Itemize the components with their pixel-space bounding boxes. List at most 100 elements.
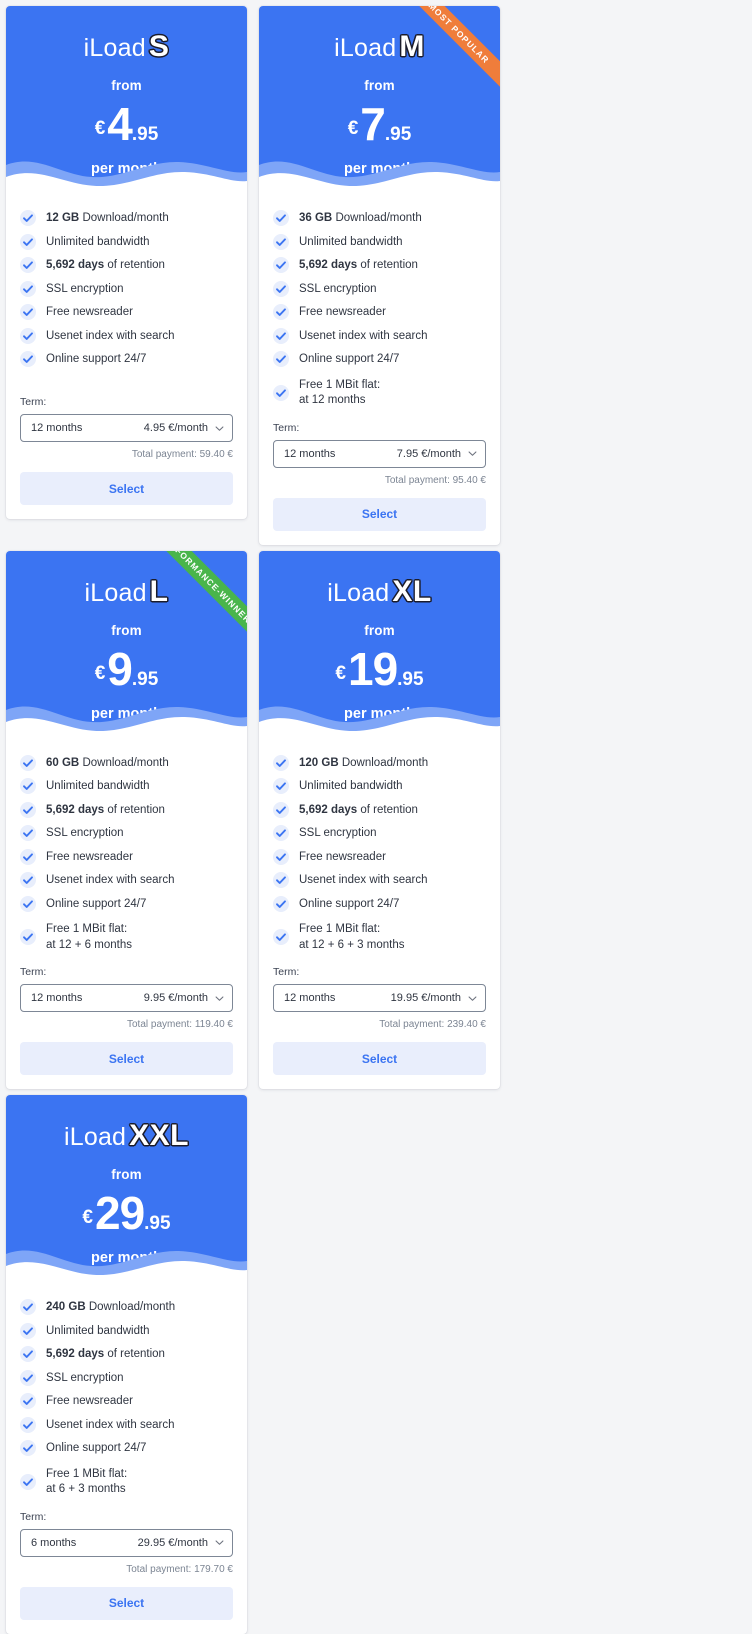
check-icon <box>273 872 289 889</box>
pricing-card-l: PERFORMANCE-WINNER iLoad Lfrom €9.95 per mon… <box>6 550 247 1090</box>
card-footer: Select <box>6 460 247 519</box>
plan-size: XL <box>392 574 432 608</box>
chevron-down-icon[interactable] <box>468 994 477 1003</box>
term-select[interactable]: 12 months 7.95 €/month <box>273 439 486 468</box>
feature-text: Online support 24/7 <box>46 897 147 910</box>
feature-text: Free newsreader <box>299 306 386 319</box>
feature-item: 5,692 days of retention <box>273 257 486 274</box>
feature-item: Usenet index with search <box>20 1416 233 1434</box>
card-body: 60 GB Download/month Unlimited bandwidth 5… <box>6 741 247 1031</box>
check-icon <box>273 895 289 912</box>
feature-text: Online support 24/7 <box>299 353 400 366</box>
empty-cell <box>253 1089 506 1634</box>
feature-text: Online support 24/7 <box>46 1442 147 1455</box>
term-label: Term: <box>20 396 47 408</box>
check-icon <box>273 327 289 344</box>
feature-item: Usenet index with search <box>20 872 233 889</box>
feature-text: Usenet index with search <box>46 329 175 342</box>
check-icon <box>20 1299 36 1316</box>
currency-symbol: € <box>94 118 106 139</box>
feature-text: Online support 24/7 <box>299 897 400 910</box>
price: €7.95 <box>259 101 500 147</box>
feature-item: Unlimited bandwidth <box>20 778 233 795</box>
flat-line-1: Free 1 MBit flat: <box>46 1467 128 1480</box>
feature-text: Free newsreader <box>46 850 133 863</box>
feature-text: Download/month <box>79 756 169 769</box>
feature-text: SSL encryption <box>299 282 377 295</box>
check-icon <box>20 1440 36 1457</box>
select-button[interactable]: Select <box>20 1042 233 1076</box>
feature-list: 60 GB Download/month Unlimited bandwidth 5… <box>20 754 233 961</box>
select-button[interactable]: Select <box>20 1586 233 1620</box>
from-label: from <box>111 622 142 638</box>
term-months-value: 12 months <box>31 992 83 1005</box>
check-icon <box>20 872 36 889</box>
check-icon <box>273 825 289 842</box>
feature-item: 5,692 days of retention <box>20 1346 233 1363</box>
flat-line-2: at 6 + 3 months <box>46 1483 126 1496</box>
wave-divider <box>6 161 247 196</box>
feature-highlight: 12 GB <box>46 212 80 224</box>
check-icon <box>273 257 289 274</box>
feature-highlight: 5,692 days <box>46 803 105 816</box>
feature-item: Usenet index with search <box>273 872 486 889</box>
plan-size: M <box>399 30 425 63</box>
feature-text: Unlimited bandwidth <box>299 235 403 248</box>
total-payment: Total payment: 119.40 € <box>127 1019 233 1031</box>
check-icon <box>273 801 289 818</box>
chevron-down-icon[interactable] <box>215 424 224 433</box>
select-button[interactable]: Select <box>273 497 486 531</box>
feature-text: of retention <box>104 259 165 272</box>
feature-text: Unlimited bandwidth <box>46 780 150 793</box>
term-months-value: 12 months <box>284 447 336 460</box>
select-button[interactable]: Select <box>273 1042 486 1076</box>
chevron-down-icon[interactable] <box>215 994 224 1003</box>
feature-item: 60 GB Download/month <box>20 754 233 772</box>
feature-item: Free newsreader <box>20 304 233 321</box>
feature-text: Online support 24/7 <box>46 353 147 366</box>
price-decimal: .95 <box>397 668 424 690</box>
feature-item: Online support 24/7 <box>273 895 486 913</box>
term-rate-value: 29.95 €/month <box>137 1536 208 1549</box>
pricing-grid: iLoad Sfrom €4.95 per month 12 GB Download/m… <box>0 0 752 1634</box>
term-select[interactable]: 12 months 4.95 €/month <box>20 414 233 442</box>
term-select[interactable]: 12 months 9.95 €/month <box>20 984 233 1013</box>
flat-line-2: at 12 + 6 + 3 months <box>299 938 405 951</box>
card-footer: Select <box>259 486 500 545</box>
term-select[interactable]: 6 months 29.95 €/month <box>20 1528 233 1557</box>
check-icon <box>273 280 289 297</box>
term-label: Term: <box>273 966 300 979</box>
check-icon <box>20 801 36 818</box>
plan-title: iLoad S <box>6 6 247 62</box>
term-select[interactable]: 12 months 19.95 €/month <box>273 984 486 1013</box>
feature-highlight: 60 GB <box>46 756 80 769</box>
feature-list: 120 GB Download/month Unlimited bandwidth… <box>273 754 486 961</box>
feature-text: Free newsreader <box>46 306 133 319</box>
check-icon <box>20 304 36 321</box>
price-decimal: .95 <box>131 668 159 690</box>
plan-size: L <box>149 574 169 608</box>
feature-text: Unlimited bandwidth <box>46 1324 150 1337</box>
check-icon <box>273 233 289 250</box>
total-payment: Total payment: 179.70 € <box>126 1563 233 1575</box>
feature-item: Unlimited bandwidth <box>273 233 486 251</box>
price-integer: 7 <box>360 98 386 150</box>
feature-highlight: 5,692 days <box>46 259 105 272</box>
chevron-down-icon[interactable] <box>468 449 477 458</box>
term-months-value: 12 months <box>284 992 336 1005</box>
chevron-down-icon[interactable] <box>215 1538 224 1547</box>
currency-symbol: € <box>94 662 106 684</box>
check-icon <box>20 1393 36 1410</box>
feature-item-flat: Free 1 MBit flat: at 12 + 6 + 3 months <box>273 921 486 953</box>
term-label: Term: <box>273 421 300 434</box>
price-decimal: .95 <box>144 1213 171 1235</box>
feature-item: 12 GB Download/month <box>20 210 233 227</box>
check-icon <box>20 895 36 912</box>
feature-text: Usenet index with search <box>299 329 428 342</box>
card-footer: Select <box>6 1575 247 1634</box>
select-button[interactable]: Select <box>20 472 233 505</box>
feature-list: 12 GB Download/month Unlimited bandwidth 5… <box>20 210 233 375</box>
total-payment: Total payment: 239.40 € <box>379 1019 486 1031</box>
feature-highlight: 5,692 days <box>46 1348 105 1361</box>
